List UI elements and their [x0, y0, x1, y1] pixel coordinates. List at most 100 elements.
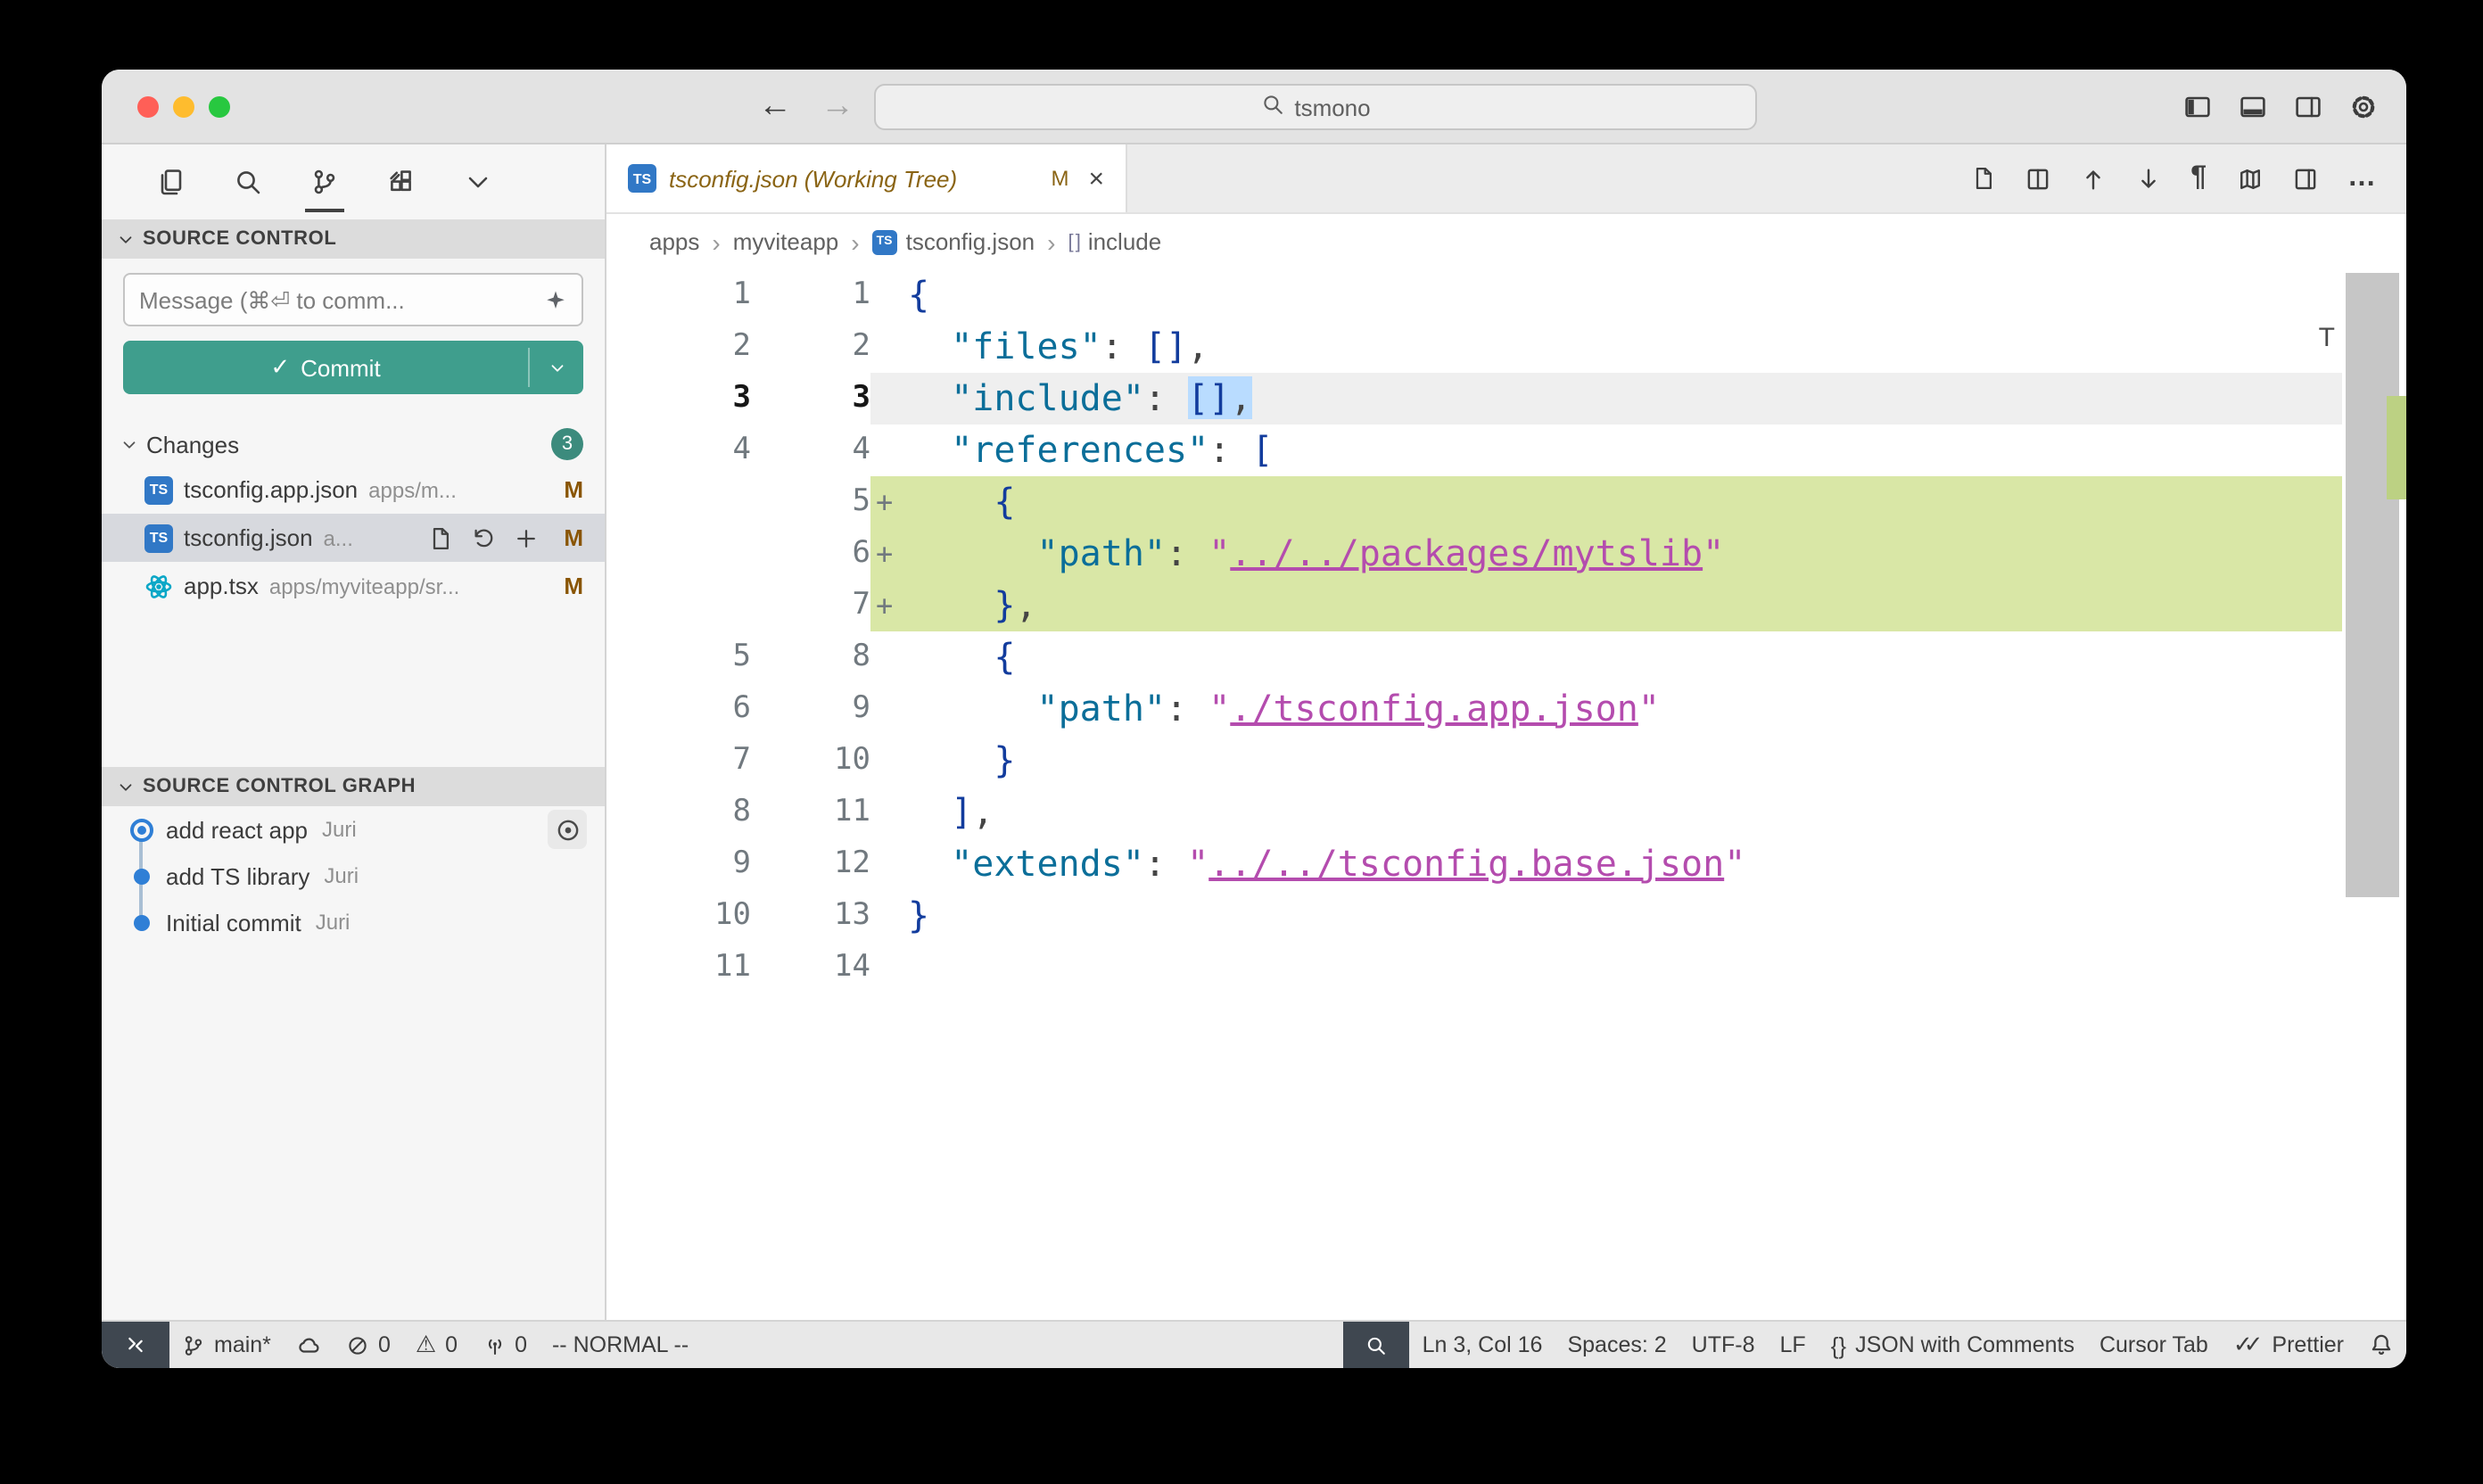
commit-row[interactable]: Initial commitJuri [102, 899, 605, 945]
double-check-icon: ✓✓ [2233, 1331, 2264, 1359]
extensions-tab[interactable] [371, 144, 432, 219]
minimize-window-button[interactable] [173, 96, 194, 118]
symbol-array-icon: [ ] [1068, 231, 1078, 252]
code-line[interactable]: 44 "references": [ [606, 425, 2342, 476]
next-change-button[interactable] [2135, 165, 2162, 192]
explorer-tab[interactable] [141, 144, 202, 219]
vim-mode[interactable]: -- NORMAL -- [540, 1322, 701, 1368]
file-row-tsconfig.json[interactable]: TStsconfig.jsona...M [102, 514, 605, 562]
breadcrumb-item-tsconfig.json[interactable]: TStsconfig.json [872, 228, 1035, 255]
command-center-search[interactable]: tsmono [874, 84, 1757, 130]
code-line[interactable]: 7+ }, [606, 580, 2342, 631]
scrollbar-thumb[interactable] [2346, 273, 2399, 897]
whitespace-button[interactable]: ¶ [2190, 164, 2208, 193]
code-line[interactable]: 58 { [606, 631, 2342, 683]
commit-message-box [123, 273, 583, 326]
editor-group: TS tsconfig.json (Working Tree) M × ¶… a… [606, 144, 2406, 1320]
stage-changes-button[interactable] [514, 525, 539, 550]
status-bar: main*0⚠00-- NORMAL -- Ln 3, Col 16Spaces… [102, 1320, 2406, 1368]
close-tab-button[interactable]: × [1088, 165, 1104, 192]
more-actions-button[interactable]: … [2347, 164, 2378, 193]
code-line[interactable]: 1013} [606, 890, 2342, 942]
code-line[interactable]: 22 "files": [], [606, 321, 2342, 373]
tab-tsconfig-working-tree[interactable]: TS tsconfig.json (Working Tree) M × [606, 144, 1127, 212]
cursor-position[interactable]: Ln 3, Col 16 [1410, 1322, 1555, 1368]
breadcrumb-item-include[interactable]: [ ]include [1068, 228, 1161, 255]
ports-item[interactable]: 0 [470, 1322, 540, 1368]
commit-message-input[interactable] [139, 286, 544, 313]
git-status-badge: M [564, 476, 583, 503]
formatter[interactable]: ✓✓Prettier [2221, 1322, 2356, 1368]
more-views-button[interactable] [448, 144, 508, 219]
code-line[interactable]: 811 ], [606, 787, 2342, 838]
open-file-button[interactable] [1971, 166, 1996, 191]
branch-item[interactable]: main* [169, 1322, 284, 1368]
code-line[interactable]: 710 } [606, 735, 2342, 787]
git-status-badge: M [564, 524, 583, 551]
commit-row[interactable]: add react appJuri [102, 806, 605, 853]
code-line[interactable]: 11{ [606, 269, 2342, 321]
split-editor-button[interactable] [2292, 165, 2319, 192]
commit-button[interactable]: ✓ Commit [123, 341, 583, 394]
code-line[interactable]: 912 "extends": "../../tsconfig.base.json… [606, 838, 2342, 890]
changes-file-list: TStsconfig.app.jsonapps/m...MTStsconfig.… [102, 466, 605, 610]
minimap-hint: T [2319, 323, 2335, 353]
check-icon: ✓ [270, 353, 290, 382]
language-mode[interactable]: {}JSON with Comments [1819, 1322, 2087, 1368]
zoom-window-button[interactable] [209, 96, 230, 118]
open-file-button[interactable] [428, 525, 453, 550]
goto-ref-button[interactable] [548, 810, 587, 849]
back-button[interactable]: ← [758, 87, 792, 127]
indentation[interactable]: Spaces: 2 [1555, 1322, 1679, 1368]
sparkle-icon[interactable] [544, 288, 567, 311]
toggle-secondary-sidebar-button[interactable] [2294, 93, 2322, 121]
open-changes-button[interactable] [2025, 165, 2051, 192]
git-status-badge: M [564, 573, 583, 599]
zoom-indicator[interactable] [1344, 1322, 1410, 1368]
breadcrumb-item-apps[interactable]: apps [649, 228, 699, 255]
commit-dropdown-button[interactable] [530, 341, 583, 394]
code-line[interactable]: 1114 [606, 942, 2342, 993]
search-tab[interactable] [218, 144, 278, 219]
remote-button[interactable] [102, 1322, 169, 1368]
error-icon [346, 1333, 369, 1356]
file-name: tsconfig.app.json [184, 476, 358, 503]
desktop: ← → tsmono SOURCE CONTROL [0, 0, 2483, 1484]
editor-toolbar: ¶… [1971, 144, 2406, 212]
file-row-app.tsx[interactable]: app.tsxapps/myviteapp/sr...M [102, 562, 605, 610]
prev-change-button[interactable] [2080, 165, 2107, 192]
forward-button[interactable]: → [821, 87, 854, 127]
code-line[interactable]: 33 "include": [], [606, 373, 2342, 425]
warning-count[interactable]: ⚠0 [403, 1322, 470, 1368]
breadcrumb-item-myviteapp[interactable]: myviteapp [733, 228, 839, 255]
code-line[interactable]: 5+ { [606, 476, 2342, 528]
source-control-graph-header[interactable]: SOURCE CONTROL GRAPH [102, 767, 605, 806]
commit-message: add react app [166, 816, 308, 843]
encoding[interactable]: UTF-8 [1679, 1322, 1768, 1368]
source-control-tab[interactable] [294, 144, 355, 219]
commit-message: Initial commit [166, 909, 301, 936]
chevron-down-icon [120, 434, 139, 454]
ts-icon: TS [144, 524, 173, 552]
diff-editor[interactable]: 11{22 "files": [],33 "include": [],44 "r… [606, 269, 2406, 1320]
map-button[interactable] [2237, 165, 2264, 192]
notifications[interactable] [2356, 1322, 2406, 1368]
file-row-tsconfig.app.json[interactable]: TStsconfig.app.jsonapps/m...M [102, 466, 605, 514]
code-line[interactable]: 69 "path": "./tsconfig.app.json" [606, 683, 2342, 735]
graph-title: SOURCE CONTROL GRAPH [143, 776, 416, 797]
close-window-button[interactable] [137, 96, 159, 118]
sync-button[interactable] [284, 1322, 334, 1368]
discard-changes-button[interactable] [471, 525, 496, 550]
code-line[interactable]: 6+ "path": "../../packages/mytslib" [606, 528, 2342, 580]
file-path: apps/m... [368, 477, 457, 502]
source-control-header[interactable]: SOURCE CONTROL [102, 219, 605, 259]
error-count[interactable]: 0 [334, 1322, 403, 1368]
settings-button[interactable] [2349, 93, 2378, 121]
cursor-tab[interactable]: Cursor Tab [2087, 1322, 2221, 1368]
toggle-primary-sidebar-button[interactable] [2183, 93, 2212, 121]
eol[interactable]: LF [1768, 1322, 1819, 1368]
commit-row[interactable]: add TS libraryJuri [102, 853, 605, 899]
changes-section-header[interactable]: Changes 3 [102, 423, 605, 466]
tab-bar: TS tsconfig.json (Working Tree) M × ¶… [606, 144, 2406, 214]
toggle-panel-button[interactable] [2239, 93, 2267, 121]
